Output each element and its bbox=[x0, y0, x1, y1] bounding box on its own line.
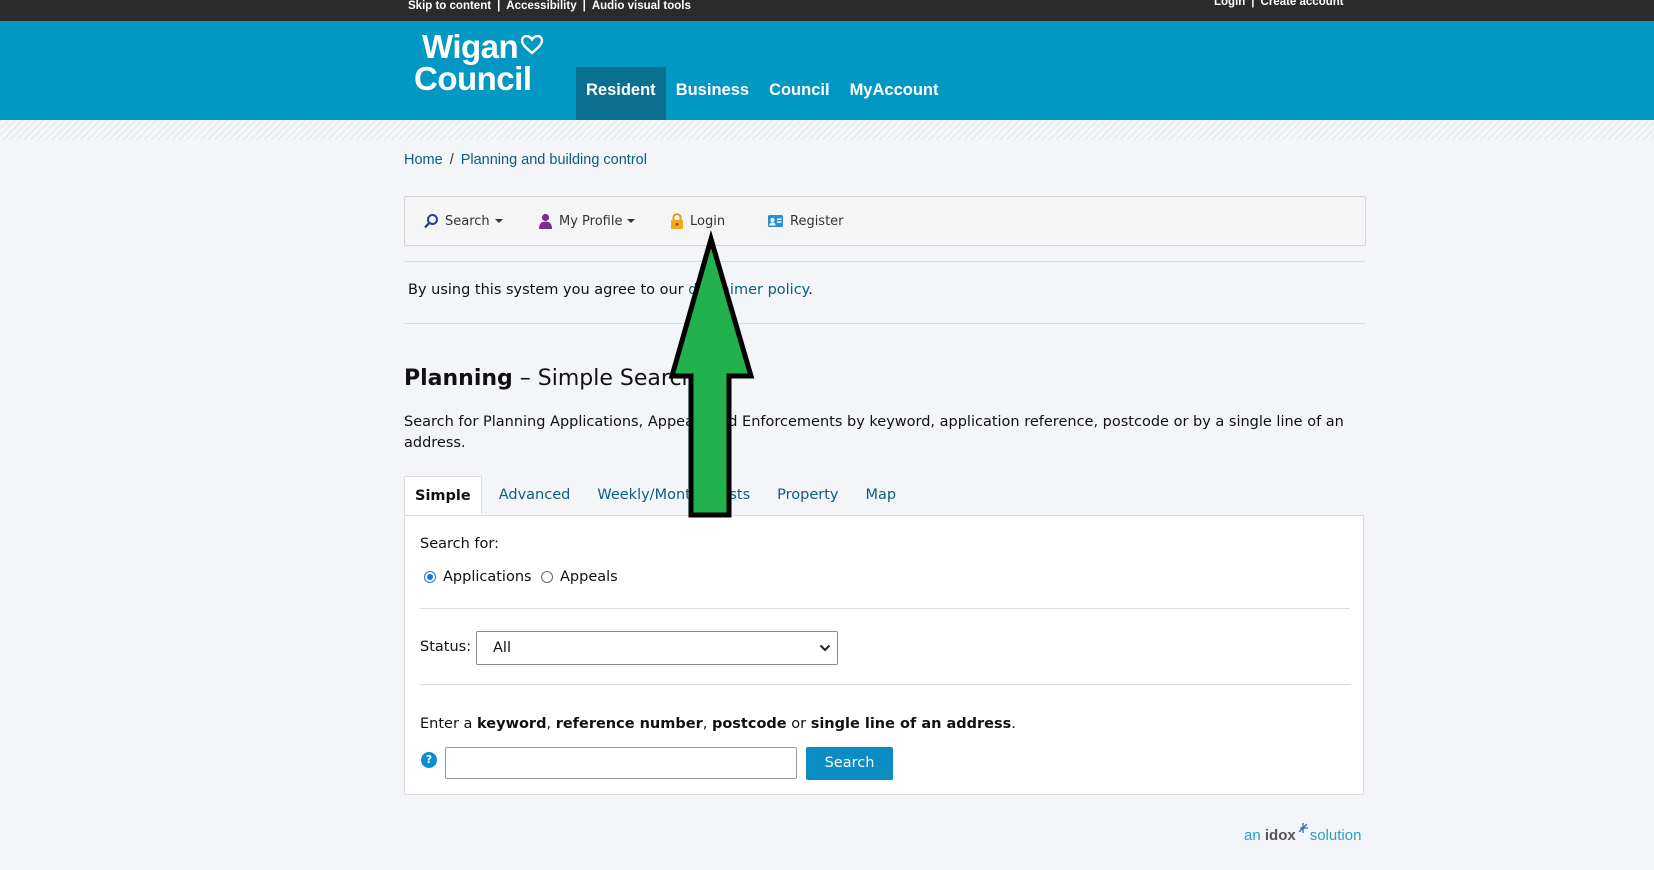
wigan-council-logo[interactable]: Wigan Council bbox=[414, 28, 543, 97]
register-card-icon bbox=[768, 215, 783, 227]
breadcrumb-planning[interactable]: Planning and building control bbox=[461, 152, 647, 168]
toolbar-register-label: Register bbox=[790, 213, 844, 229]
disclaimer-notice: By using this system you agree to our di… bbox=[408, 282, 813, 298]
lock-icon bbox=[671, 213, 683, 229]
page-title-bold: Planning bbox=[404, 366, 513, 391]
nav-myaccount[interactable]: MyAccount bbox=[840, 67, 949, 120]
search-for-label: Search for: bbox=[420, 536, 499, 552]
magnifier-icon bbox=[424, 214, 438, 229]
radio-appeals-label: Appeals bbox=[560, 569, 618, 585]
radio-applications[interactable]: Applications bbox=[424, 569, 532, 585]
status-select[interactable]: All bbox=[476, 631, 838, 665]
idox-logo: an idox solution bbox=[1244, 820, 1361, 844]
site-header: Wigan Council Resident Business Council … bbox=[0, 21, 1654, 120]
tab-property[interactable]: Property bbox=[767, 476, 848, 515]
search-hint: Enter a keyword, reference number, postc… bbox=[420, 716, 1016, 732]
breadcrumb-home[interactable]: Home bbox=[404, 152, 443, 168]
idox-solution: solution bbox=[1309, 827, 1362, 844]
idox-brand: idox bbox=[1264, 827, 1296, 844]
status-label: Status: bbox=[420, 639, 472, 655]
main-nav: Resident Business Council MyAccount bbox=[576, 67, 948, 120]
idox-star-icon bbox=[1298, 823, 1308, 833]
help-icon[interactable]: ? bbox=[421, 752, 437, 768]
search-caret-icon bbox=[494, 219, 503, 223]
page-title: Planning – Simple Search bbox=[404, 366, 695, 391]
toolbar-register-link[interactable]: Register bbox=[767, 197, 844, 245]
toolbar-search-label: Search bbox=[445, 213, 490, 229]
page-description: Search for Planning Applications, Appeal… bbox=[404, 414, 1344, 451]
divider bbox=[420, 608, 1350, 609]
tab-simple[interactable]: Simple bbox=[404, 476, 482, 515]
hint-address: single line of an address bbox=[810, 716, 1012, 732]
profile-caret-icon bbox=[627, 219, 636, 223]
toolbar-profile-label: My Profile bbox=[559, 213, 623, 229]
tab-advanced[interactable]: Advanced bbox=[489, 476, 581, 515]
breadcrumb: Home / Planning and building control bbox=[404, 152, 647, 168]
status-select-value: All bbox=[493, 640, 511, 656]
search-tabs: Simple Advanced Weekly/Monthly Lists Pro… bbox=[404, 476, 913, 515]
hint-text: , bbox=[546, 716, 556, 732]
skip-to-content-link[interactable]: Skip to content bbox=[408, 0, 491, 12]
idox-an: an bbox=[1244, 827, 1265, 844]
nav-council[interactable]: Council bbox=[759, 67, 840, 120]
hint-text: , bbox=[702, 716, 712, 732]
toolbar-profile-menu[interactable]: My Profile bbox=[538, 197, 636, 245]
utility-bar: Skip to content | Accessibility | Audio visu… bbox=[0, 0, 1654, 21]
page-title-rest: – Simple Search bbox=[512, 366, 696, 391]
hint-keyword: keyword bbox=[477, 716, 547, 732]
create-account-link[interactable]: Create account bbox=[1261, 0, 1344, 8]
logo-line-2: Council bbox=[414, 60, 532, 97]
hint-text: . bbox=[1011, 716, 1016, 732]
hint-reference: reference number bbox=[555, 716, 703, 732]
radio-applications-label: Applications bbox=[443, 569, 532, 585]
divider bbox=[420, 684, 1350, 685]
disclaimer-end: . bbox=[808, 282, 813, 298]
disclaimer-policy-link[interactable]: disclaimer policy bbox=[688, 282, 808, 298]
chevron-down-icon bbox=[819, 644, 831, 652]
nav-resident[interactable]: Resident bbox=[576, 67, 666, 120]
nav-business[interactable]: Business bbox=[666, 67, 759, 120]
radio-appeals[interactable]: Appeals bbox=[541, 569, 618, 585]
radio-applications-dot[interactable] bbox=[424, 571, 436, 583]
toolbar-login-link[interactable]: Login bbox=[670, 197, 725, 245]
tab-weekly-monthly-lists[interactable]: Weekly/Monthly Lists bbox=[587, 476, 760, 515]
user-icon bbox=[539, 213, 552, 229]
search-input[interactable] bbox=[445, 747, 797, 779]
audio-visual-tools-link[interactable]: Audio visual tools bbox=[592, 0, 691, 12]
divider bbox=[404, 261, 1365, 262]
hint-text: Enter a bbox=[420, 716, 478, 732]
simple-search-panel: Search for: Applications Appeals Status:… bbox=[404, 515, 1364, 795]
accessibility-link[interactable]: Accessibility bbox=[506, 0, 576, 12]
hint-text: or bbox=[786, 716, 811, 732]
tab-map[interactable]: Map bbox=[856, 476, 907, 515]
search-button[interactable]: Search bbox=[806, 747, 893, 780]
divider bbox=[404, 323, 1365, 324]
top-login-link[interactable]: Login bbox=[1214, 0, 1245, 8]
toolbar-login-label: Login bbox=[690, 213, 726, 229]
toolbar-search-menu[interactable]: Search bbox=[423, 197, 503, 245]
logo-line-1: Wigan bbox=[422, 28, 519, 65]
planning-toolbar: Search My Profile Login Register bbox=[404, 196, 1366, 246]
radio-appeals-dot[interactable] bbox=[541, 571, 553, 583]
hint-postcode: postcode bbox=[711, 716, 787, 732]
disclaimer-text: By using this system you agree to our bbox=[408, 282, 689, 298]
heart-icon bbox=[521, 35, 543, 55]
